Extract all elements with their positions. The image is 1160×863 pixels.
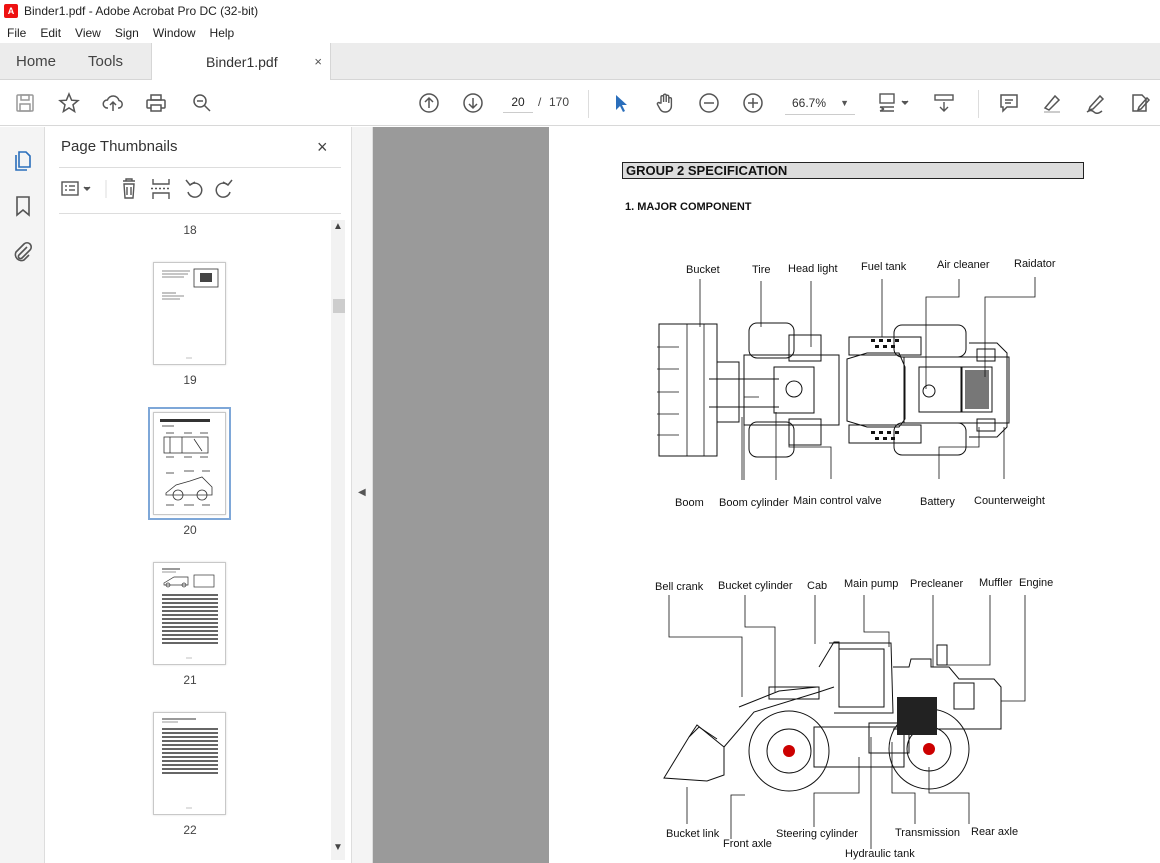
select-cursor-icon[interactable]: [609, 91, 633, 115]
left-rail: [0, 127, 45, 863]
label-tire: Tire: [752, 264, 771, 276]
label-main-control-valve: Main control valve: [793, 495, 882, 507]
scroll-mode-icon[interactable]: [932, 91, 956, 115]
label-bucket-cylinder: Bucket cylinder: [718, 580, 793, 592]
tab-bar: Home Tools Binder1.pdf ×: [0, 43, 1160, 80]
bookmarks-icon[interactable]: [11, 194, 35, 218]
zoom-in-icon[interactable]: [741, 91, 765, 115]
menu-edit[interactable]: Edit: [33, 26, 68, 40]
close-panel-icon[interactable]: ×: [317, 137, 328, 158]
label-hydraulic-tank: Hydraulic tank: [845, 848, 915, 860]
label-head-light: Head light: [788, 263, 838, 275]
highlight-pen-icon[interactable]: [1040, 91, 1064, 115]
label-bucket: Bucket: [686, 264, 720, 276]
thumbnail-page-number: 22: [183, 823, 197, 837]
comment-icon[interactable]: [997, 91, 1021, 115]
main-toolbar: [0, 80, 1160, 126]
label-muffler: Muffler: [979, 577, 1013, 589]
menu-file[interactable]: File: [0, 26, 33, 40]
thumbnail-page-number: 21: [183, 673, 197, 687]
print-icon[interactable]: [144, 91, 168, 115]
previous-page-icon[interactable]: [417, 91, 441, 115]
thumbnail-page-number: 19: [183, 373, 197, 387]
menu-sign[interactable]: Sign: [108, 26, 146, 40]
thumbnail-page-20[interactable]: [148, 407, 231, 520]
scroll-up-icon[interactable]: ▲: [333, 221, 343, 232]
document-viewer[interactable]: GROUP 2 SPECIFICATION 1. MAJOR COMPONENT: [373, 127, 1160, 863]
label-boom-cylinder: Boom cylinder: [719, 497, 789, 509]
label-steering-cylinder: Steering cylinder: [776, 828, 858, 840]
thumbnail-page-22[interactable]: [153, 712, 226, 815]
label-battery: Battery: [920, 496, 955, 508]
total-pages: 170: [549, 95, 570, 109]
thumbnail-page-21[interactable]: [153, 562, 226, 665]
page-separator: /: [538, 95, 542, 109]
delete-page-icon[interactable]: [123, 178, 135, 199]
label-bucket-link: Bucket link: [666, 828, 720, 840]
save-icon[interactable]: [13, 91, 37, 115]
tab-tools[interactable]: Tools: [72, 43, 139, 79]
extract-page-icon[interactable]: [151, 179, 171, 199]
page-number-input[interactable]: 20: [503, 91, 533, 113]
panel-collapse-handle[interactable]: ◀: [351, 127, 373, 863]
label-boom: Boom: [675, 497, 704, 509]
zoom-value: 66.7%: [792, 95, 827, 110]
hand-tool-icon[interactable]: [653, 91, 677, 115]
chevron-down-icon: ▼: [840, 97, 849, 108]
rotate-counterclockwise-icon[interactable]: [185, 179, 203, 198]
scrollbar-thumb[interactable]: [333, 299, 345, 313]
zoom-select[interactable]: 66.7% ▼: [785, 91, 855, 115]
bookmark-star-icon[interactable]: [57, 91, 81, 115]
edit-pdf-icon[interactable]: [1128, 91, 1152, 115]
thumbnails-panel: Page Thumbnails × 18 19 20 21 22 ▲ ▼: [45, 127, 351, 863]
page-fit-icon[interactable]: [877, 91, 913, 115]
tab-home[interactable]: Home: [0, 43, 72, 79]
next-page-icon[interactable]: [461, 91, 485, 115]
fill-sign-icon[interactable]: [1084, 91, 1108, 115]
label-transmission: Transmission: [895, 827, 960, 839]
label-radiator: Raidator: [1014, 258, 1056, 270]
close-tab-icon[interactable]: ×: [314, 54, 322, 69]
label-bell-crank: Bell crank: [655, 581, 704, 593]
label-precleaner: Precleaner: [910, 578, 964, 590]
menu-window[interactable]: Window: [146, 26, 203, 40]
divider: [59, 167, 341, 168]
toolbar-separator: [978, 90, 979, 118]
thumbnail-page-number: 20: [183, 523, 197, 537]
thumbnail-page-number: 18: [183, 223, 197, 237]
rotate-clockwise-icon[interactable]: [215, 179, 233, 198]
panel-title: Page Thumbnails: [61, 138, 178, 155]
acrobat-app-icon: A: [4, 4, 18, 18]
options-menu-icon[interactable]: [61, 181, 91, 196]
label-counterweight: Counterweight: [974, 495, 1045, 507]
scroll-down-icon[interactable]: ▼: [333, 842, 343, 853]
zoom-search-icon[interactable]: [190, 91, 214, 115]
label-main-pump: Main pump: [844, 578, 899, 590]
menu-help[interactable]: Help: [203, 26, 242, 40]
page-thumbnails-icon[interactable]: [11, 148, 35, 172]
collapse-left-icon[interactable]: ◀: [358, 487, 366, 498]
label-cab: Cab: [807, 580, 828, 592]
upload-cloud-icon[interactable]: [101, 91, 125, 115]
title-bar: A Binder1.pdf - Adobe Acrobat Pro DC (32…: [0, 0, 1160, 22]
thumbnail-scrollbar[interactable]: [331, 220, 345, 860]
pdf-page: GROUP 2 SPECIFICATION 1. MAJOR COMPONENT: [549, 127, 1160, 863]
label-rear-axle: Rear axle: [971, 826, 1019, 838]
label-fuel-tank: Fuel tank: [861, 261, 907, 273]
zoom-out-icon[interactable]: [697, 91, 721, 115]
menu-bar: File Edit View Sign Window Help: [0, 22, 1160, 43]
window-title: Binder1.pdf - Adobe Acrobat Pro DC (32-b…: [24, 4, 259, 18]
label-front-axle: Front axle: [723, 838, 772, 850]
label-air-cleaner: Air cleaner: [937, 259, 990, 271]
tab-document[interactable]: Binder1.pdf ×: [151, 43, 331, 80]
thumbnail-list: 18 19 20 21 22: [59, 214, 331, 854]
attachments-icon[interactable]: [11, 240, 35, 264]
label-engine: Engine: [1019, 577, 1054, 589]
thumbnail-page-19[interactable]: [153, 262, 226, 365]
menu-view[interactable]: View: [68, 26, 108, 40]
toolbar-separator: [588, 90, 589, 118]
thumbnail-toolbar: [59, 175, 341, 203]
document-tab-label: Binder1.pdf: [206, 53, 278, 70]
